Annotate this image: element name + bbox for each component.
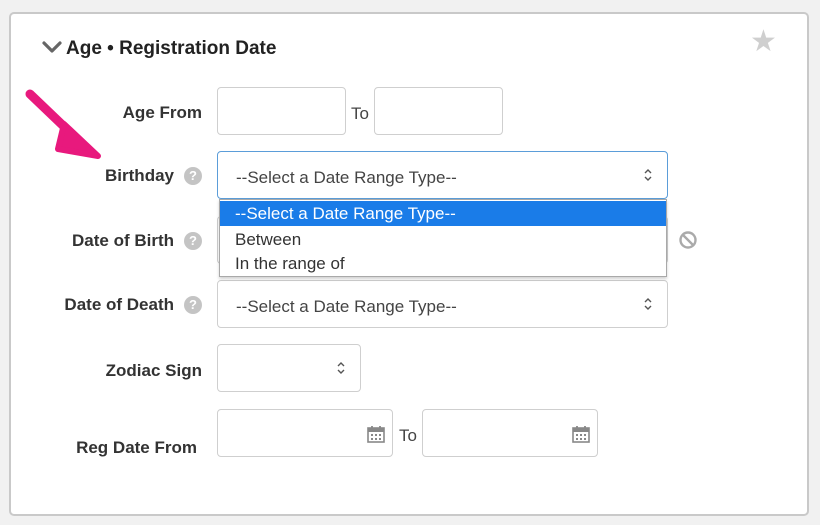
clear-icon[interactable] bbox=[678, 230, 698, 250]
reg-date-to-label: To bbox=[399, 426, 417, 445]
dropdown-option-in-the-range-of[interactable]: In the range of bbox=[220, 251, 666, 276]
pointer-arrow-icon bbox=[25, 89, 101, 159]
calendar-icon[interactable] bbox=[572, 425, 590, 443]
dropdown-option-between[interactable]: Between bbox=[220, 227, 666, 252]
help-icon[interactable]: ? bbox=[184, 296, 202, 314]
birthday-dropdown-list: --Select a Date Range Type-- Between In … bbox=[219, 199, 667, 277]
chevron-down-icon[interactable] bbox=[42, 40, 62, 54]
age-from-label: Age From bbox=[122, 103, 202, 122]
select-updown-icon bbox=[337, 362, 345, 374]
date-of-death-select[interactable]: --Select a Date Range Type-- bbox=[217, 280, 668, 328]
select-updown-icon bbox=[644, 169, 652, 181]
calendar-icon[interactable] bbox=[367, 425, 385, 443]
date-of-birth-label: Date of Birth bbox=[72, 231, 174, 250]
age-from-input[interactable] bbox=[217, 87, 346, 135]
help-icon[interactable]: ? bbox=[184, 232, 202, 250]
reg-date-to-input[interactable] bbox=[422, 409, 598, 457]
reg-date-from-input[interactable] bbox=[217, 409, 393, 457]
date-of-death-label: Date of Death bbox=[64, 295, 174, 314]
age-to-input[interactable] bbox=[374, 87, 503, 135]
help-icon[interactable]: ? bbox=[184, 167, 202, 185]
birthday-select[interactable]: --Select a Date Range Type-- bbox=[217, 151, 668, 199]
section-title[interactable]: Age • Registration Date bbox=[66, 38, 276, 60]
birthday-label: Birthday bbox=[105, 166, 174, 185]
date-of-death-select-value: --Select a Date Range Type-- bbox=[236, 297, 457, 316]
zodiac-sign-label: Zodiac Sign bbox=[105, 361, 202, 380]
zodiac-sign-select[interactable] bbox=[217, 344, 361, 392]
dropdown-option-select-range-type[interactable]: --Select a Date Range Type-- bbox=[220, 201, 666, 226]
reg-date-from-label: Reg Date From bbox=[76, 438, 197, 457]
star-icon[interactable]: ★ bbox=[750, 27, 777, 57]
age-to-label: To bbox=[351, 104, 369, 123]
birthday-select-value: --Select a Date Range Type-- bbox=[236, 168, 457, 187]
select-updown-icon bbox=[644, 298, 652, 310]
